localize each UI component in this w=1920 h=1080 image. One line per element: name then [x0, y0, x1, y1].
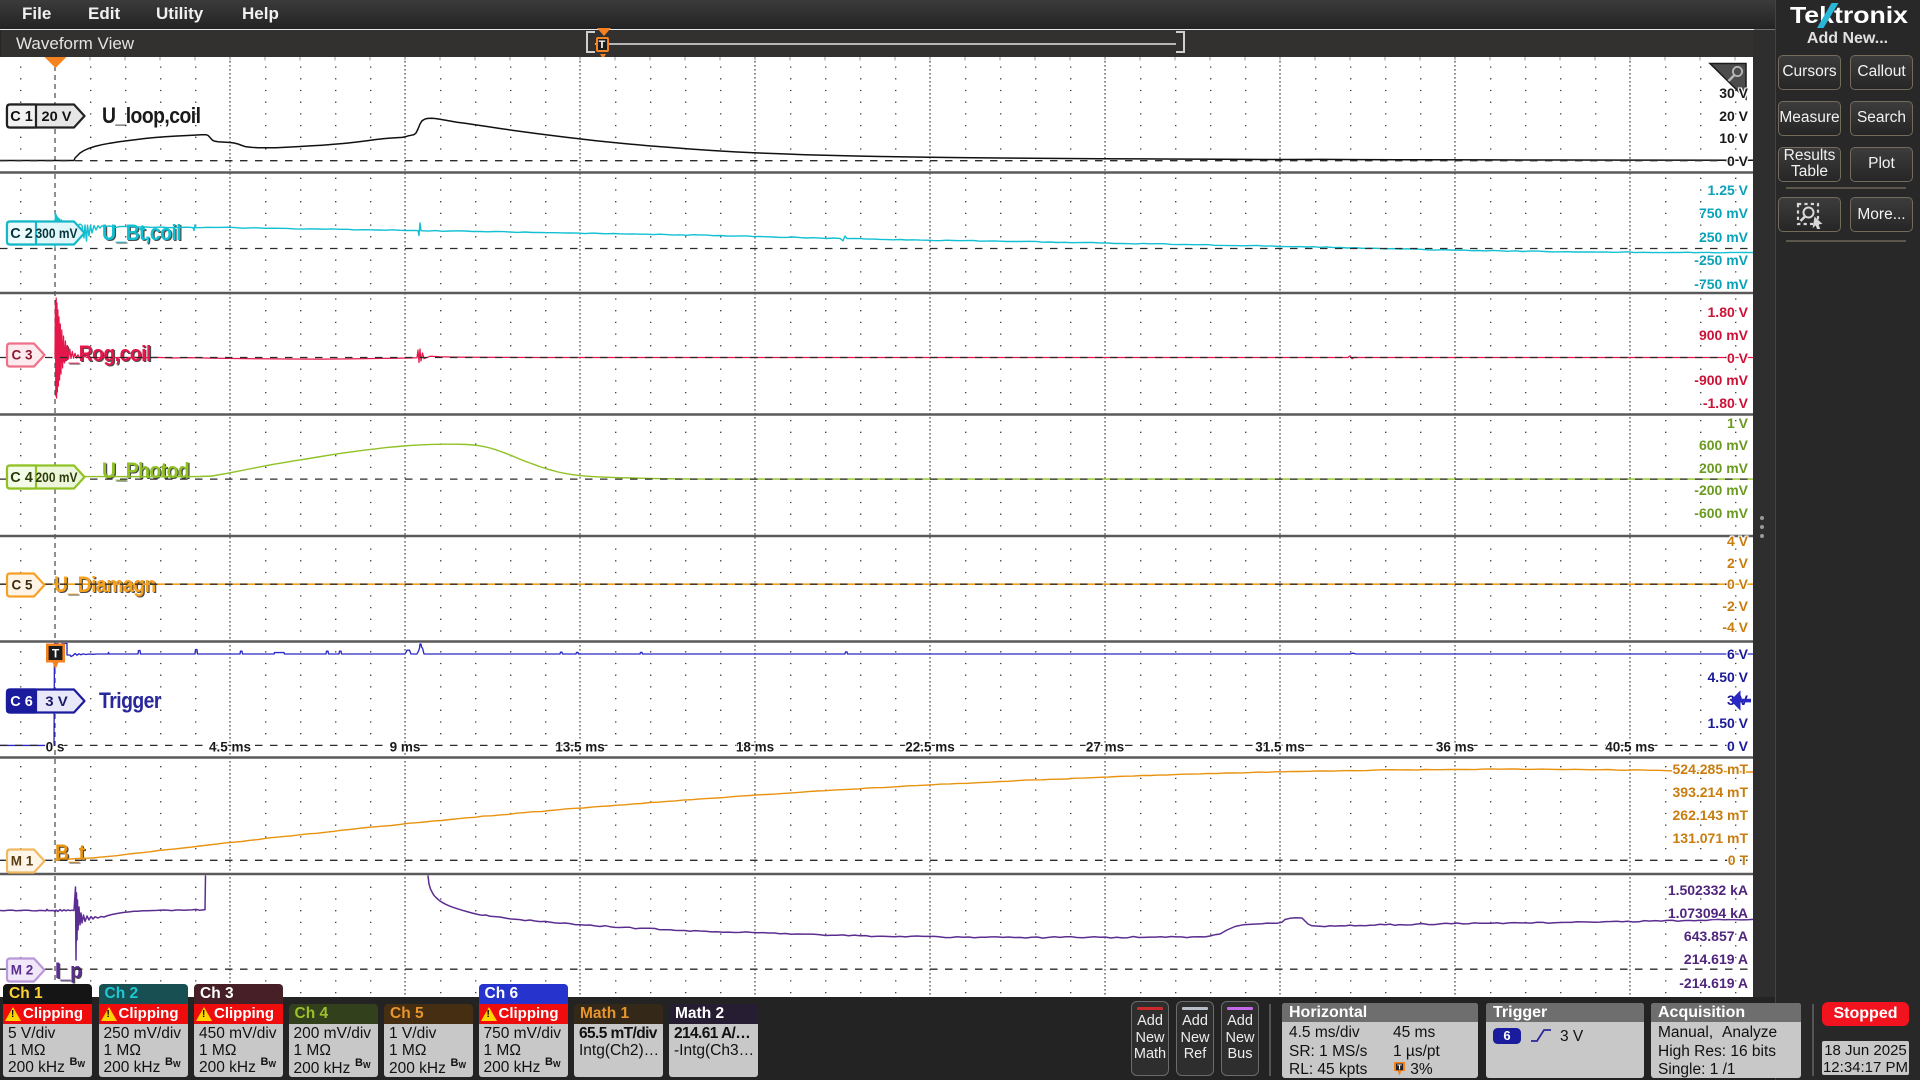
svg-text:C 4: C 4 [10, 470, 33, 486]
svg-text:Tektronix: Tektronix [1790, 3, 1908, 28]
svg-text:C 5: C 5 [11, 577, 33, 592]
svg-text:T: T [1397, 1063, 1402, 1072]
svg-text:U_loop,coil: U_loop,coil [102, 104, 201, 128]
svg-text:M 1: M 1 [11, 853, 34, 868]
svg-text:B_t: B_t [55, 841, 85, 865]
svg-text:U_Photod: U_Photod [102, 459, 189, 483]
svg-text:I_p: I_p [55, 959, 81, 983]
svg-text:200 mV: 200 mV [36, 470, 78, 485]
svg-text:C 6: C 6 [10, 694, 33, 710]
svg-text:20 V: 20 V [42, 109, 72, 124]
svg-text:U_Diamagn: U_Diamagn [54, 573, 156, 597]
svg-text:Trigger: Trigger [99, 689, 161, 713]
svg-text:M 2: M 2 [11, 962, 34, 977]
svg-text:C 3: C 3 [11, 348, 33, 363]
svg-text:U_Bt,coil: U_Bt,coil [102, 221, 181, 245]
svg-text:3 V: 3 V [45, 694, 68, 709]
svg-text:C 1: C 1 [10, 109, 33, 125]
svg-text:C 2: C 2 [10, 226, 33, 242]
svg-text:T: T [52, 647, 60, 661]
svg-text:300 mV: 300 mV [36, 226, 78, 241]
